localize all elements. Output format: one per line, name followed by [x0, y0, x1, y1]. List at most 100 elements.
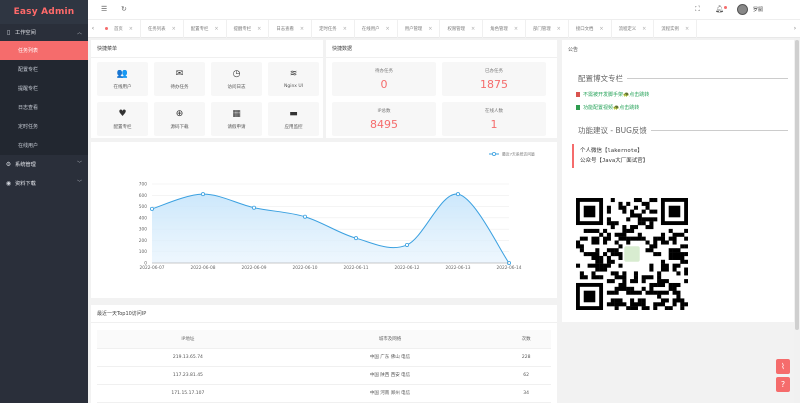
table-cell: 171.15.17.107 [97, 384, 279, 403]
book-icon [576, 105, 580, 110]
chevron-down-icon: ﹀ [76, 180, 82, 186]
quick-menu-7[interactable]: ▬ 应用监控 [268, 102, 319, 136]
x-tick-label: 2022-06-14 [497, 265, 522, 271]
menu-item-reminder[interactable]: 提醒专栏 [0, 79, 88, 98]
menu-item-logs[interactable]: 日志查看 [0, 98, 88, 117]
tabs-scroll-right-icon[interactable]: › [790, 20, 800, 38]
quick-data-label: IP总数 [377, 108, 391, 114]
tabs-scroll-left-icon[interactable]: ‹ [88, 20, 98, 38]
quick-menu-6[interactable]: ▦ 请假申请 [211, 102, 262, 136]
tab-5[interactable]: 定时任务 × [312, 19, 355, 38]
close-icon[interactable]: × [129, 26, 133, 32]
table-icon: ▦ [232, 108, 241, 119]
tab-label: 日志查看 [276, 26, 294, 32]
close-icon[interactable]: × [557, 26, 561, 32]
menu-item-scheduled-tasks[interactable]: 定时任务 [0, 117, 88, 136]
phone-icon: ▯ [6, 29, 11, 36]
tab-3[interactable]: 提醒专栏 × [227, 19, 270, 38]
column-header[interactable]: IP地址 [97, 330, 279, 349]
quick-menu-4[interactable]: ♥ 配置专栏 [97, 102, 148, 136]
app-logo[interactable]: Easy Admin [0, 0, 88, 24]
tab-4[interactable]: 日志查看 × [269, 19, 313, 38]
quick-menu-5[interactable]: ⊕ 源码下载 [154, 102, 205, 136]
close-icon[interactable]: × [471, 26, 475, 32]
tab-8[interactable]: 权限管理 × [440, 19, 484, 38]
avatar[interactable] [737, 4, 748, 15]
quick-menu-2[interactable]: ◷ 访问日志 [211, 62, 262, 96]
quick-data-0[interactable]: 待办任务 0 [332, 62, 436, 96]
close-icon[interactable]: × [514, 26, 518, 32]
notice-card: 公告 配置博文专栏 不需被开发脚手架🐢点击跳转 功能配置视频🐢点击跳转 功能建议… [562, 40, 794, 322]
tab-7[interactable]: 用户管理 × [398, 19, 441, 38]
menu-toggle-icon[interactable]: ☰ [101, 5, 107, 13]
quick-menu-0[interactable]: 👥 在线用户 [97, 62, 148, 96]
menu-group-system[interactable]: ⚙ 系统管理 ﹀ [0, 155, 88, 174]
tab-10[interactable]: 部门管理 × [526, 19, 569, 38]
tab-13[interactable]: 流程实例 × [654, 19, 698, 38]
active-tab-dot [105, 27, 108, 30]
table-cell: 中国 广东 佛山 电信 [278, 348, 502, 367]
quick-data-1[interactable]: 已办任务 1875 [442, 62, 546, 96]
legend-label: 最近7天系统访问量 [502, 152, 535, 157]
close-icon[interactable]: × [599, 26, 603, 32]
help-button[interactable]: ? [776, 377, 790, 392]
tab-11[interactable]: 接口文档 × [569, 19, 612, 38]
table-cell: 219.13.65.74 [97, 348, 279, 367]
column-link-2[interactable]: 功能配置视频🐢点击跳转 [576, 104, 794, 111]
fullscreen-icon[interactable]: ⛶ [695, 5, 700, 14]
column-link-1[interactable]: 不需被开发脚手架🐢点击跳转 [576, 91, 794, 98]
menu-item-online-users[interactable]: 在线用户 [0, 136, 88, 155]
quick-menu-3[interactable]: ≋ Nginx UI [268, 62, 319, 96]
close-icon[interactable]: × [300, 26, 304, 32]
y-tick-label: 100 [139, 249, 147, 255]
quick-menu-label: 应用监控 [284, 124, 303, 130]
qr-code-image [576, 198, 689, 311]
refresh-icon[interactable]: ↻ [121, 5, 127, 13]
close-icon[interactable]: × [685, 26, 689, 32]
close-icon[interactable]: × [257, 26, 261, 32]
theme-button[interactable]: ⌇ [776, 359, 790, 374]
menu-group-workspace[interactable]: ▯ 工作空间 ︿ [0, 24, 88, 41]
close-icon[interactable]: × [428, 26, 432, 32]
x-tick-label: 2022-06-10 [293, 265, 318, 271]
tab-12[interactable]: 流程定义 × [612, 19, 655, 38]
top-ip-table: IP地址 城市及网络 次数 219.13.65.74 中国 广东 佛山 电信 228 11… [97, 330, 551, 403]
close-icon[interactable]: × [385, 26, 389, 32]
quick-menu-title: 快捷菜单 [91, 40, 323, 58]
close-icon[interactable]: × [642, 26, 646, 32]
quick-menu-1[interactable]: ✉ 待办任务 [154, 62, 205, 96]
close-icon[interactable]: × [172, 26, 176, 32]
tab-9[interactable]: 角色管理 × [483, 19, 527, 38]
users-icon: 👥 [116, 68, 129, 79]
quick-data-2[interactable]: IP总数 8495 [332, 102, 436, 136]
close-icon[interactable]: × [214, 26, 218, 32]
column-header[interactable]: 次数 [501, 330, 551, 349]
quick-data-title: 快捷数据 [326, 40, 557, 58]
y-tick-label: 700 [139, 182, 147, 188]
table-row: 219.13.65.74 中国 广东 佛山 电信 228 [97, 348, 551, 367]
close-icon[interactable]: × [343, 26, 347, 32]
gear-icon: ⚙ [5, 161, 12, 168]
tab-label: 接口文档 [575, 26, 594, 32]
tab-6[interactable]: 在线用户 × [355, 19, 398, 38]
mail-icon: ✉ [175, 68, 184, 79]
column-header[interactable]: 城市及网络 [278, 330, 502, 349]
quick-data-value: 1875 [480, 77, 508, 91]
page-scrollbar-thumb[interactable] [795, 40, 799, 330]
quick-menu-card: 快捷菜单 👥 在线用户 ✉ 待办任务 ◷ 访问日志 ≋ Nginx UI ♥ 配置专栏 ⊕ 源码下载 ▦… [91, 40, 323, 138]
quick-data-3[interactable]: 在线人数 1 [442, 102, 546, 136]
bell-icon[interactable]: 🔔︎ [715, 5, 724, 13]
menu-group-label: 资料下载 [15, 181, 36, 187]
top-ip-title: 最近一天Top10访问IP [91, 305, 557, 323]
tab-label: 定时任务 [319, 26, 337, 32]
y-tick-label: 400 [139, 215, 147, 221]
tab-label: 流程定义 [618, 26, 637, 32]
tab-0[interactable]: 首页 × [98, 19, 141, 38]
tab-2[interactable]: 配置专栏 × [184, 19, 227, 38]
menu-item-task-list[interactable]: 任务列表 [0, 41, 88, 60]
username[interactable]: 罗嗣 [753, 6, 763, 13]
menu-item-config[interactable]: 配置专栏 [0, 60, 88, 79]
tab-1[interactable]: 任务列表 × [141, 19, 184, 38]
menu-group-downloads[interactable]: ◉ 资料下载 ﹀ [0, 174, 88, 193]
y-tick-label: 500 [139, 204, 147, 210]
